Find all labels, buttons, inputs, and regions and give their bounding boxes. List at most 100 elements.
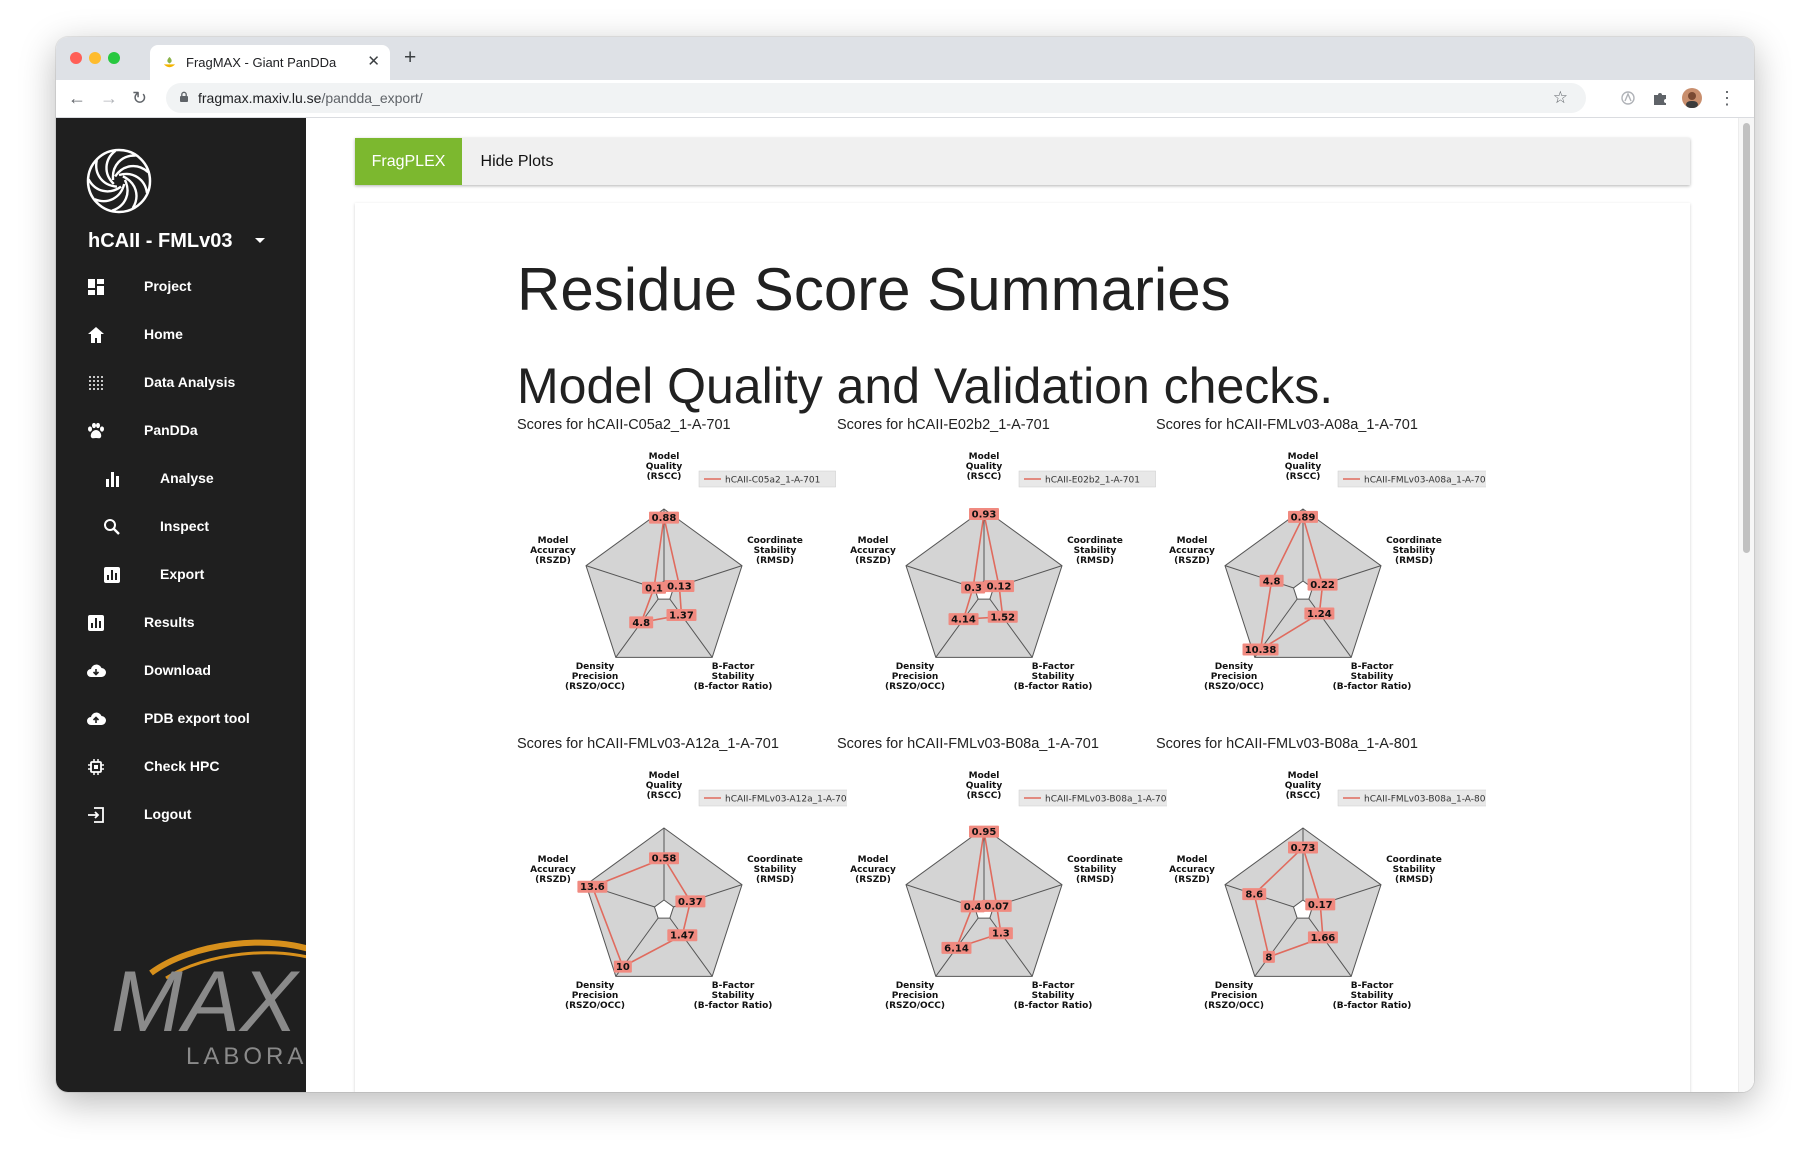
radar-plot: Scores for hCAII-C05a2_1-A-701 0.88 0.13 1.… <box>517 417 857 747</box>
axis-label-line: (RSZO/OCC) <box>565 682 625 692</box>
axis-label-line: Quality <box>966 781 1003 791</box>
tab-close-icon[interactable]: ✕ <box>367 52 380 70</box>
maximize-window-button[interactable] <box>108 52 120 64</box>
radar-plot: Scores for hCAII-FMLv03-A12a_1-A-701 0.58… <box>517 736 857 1066</box>
sidebar-item-home[interactable]: Home <box>56 319 306 351</box>
sidebar-item-label: Home <box>144 326 183 342</box>
axis-label-line: (B-factor Ratio) <box>694 682 773 692</box>
sidebar-item-data-analysis[interactable]: Data Analysis <box>56 367 306 399</box>
sidebar-item-label: Project <box>144 278 192 294</box>
sidebar-item-export[interactable]: Export <box>56 559 306 591</box>
axis-label-rmsd: Coordinate Stability (RMSD) <box>1386 855 1442 885</box>
axis-label-rszo: Density Precision (RSZO/OCC) <box>1204 981 1264 1011</box>
scrollbar[interactable] <box>1738 118 1754 1092</box>
sidebar-item-pandda[interactable]: PanDDa <box>56 415 306 447</box>
caret-down-icon[interactable] <box>255 238 265 243</box>
paw-icon <box>88 422 104 439</box>
value-label: 1.3 <box>992 929 1010 940</box>
scrollbar-thumb[interactable] <box>1743 123 1750 553</box>
sidebar-item-check-hpc[interactable]: Check HPC <box>56 751 306 783</box>
section-title: Model Quality and Validation checks. <box>517 358 1334 414</box>
value-label: 0.3 <box>964 583 982 594</box>
minimize-window-button[interactable] <box>89 52 101 64</box>
axis-label-rszo: Density Precision (RSZO/OCC) <box>1204 662 1264 692</box>
url-path: /pandda_export/ <box>321 90 423 106</box>
sidebar-item-results[interactable]: Results <box>56 607 306 639</box>
value-label: 0.12 <box>987 582 1012 593</box>
axis-label-line: Stability <box>712 991 755 1001</box>
axis-label-line: Model <box>969 452 1000 462</box>
extension-icon[interactable] <box>1618 88 1638 108</box>
axis-label-line: Stability <box>1393 865 1436 875</box>
axis-label-line: Precision <box>892 991 939 1001</box>
axis-label-rscc: Model Quality (RSCC) <box>646 771 683 801</box>
sidebar-item-download[interactable]: Download <box>56 655 306 687</box>
value-label: 0.4 <box>964 902 982 913</box>
puzzle-icon[interactable] <box>1650 88 1670 108</box>
home-icon <box>88 327 104 343</box>
bar-chart-icon <box>106 472 119 487</box>
axis-label-line: (RSZO/OCC) <box>885 682 945 692</box>
axis-label-line: Precision <box>572 672 619 682</box>
avatar[interactable] <box>1682 88 1702 108</box>
value-label: 4.8 <box>1263 576 1281 587</box>
sidebar-item-analyse[interactable]: Analyse <box>56 463 306 495</box>
sidebar-item-logout[interactable]: Logout <box>56 799 306 831</box>
axis-label-line: Coordinate <box>1386 536 1442 546</box>
axis-label-line: Stability <box>754 546 797 556</box>
axis-label-line: (RMSD) <box>756 556 794 566</box>
axis-label-line: Accuracy <box>1169 546 1215 556</box>
fragplex-button[interactable]: FragPLEX <box>355 138 462 185</box>
axis-label-line: Model <box>649 771 680 781</box>
axis-label-line: B-Factor <box>1032 981 1075 991</box>
axis-label-line: (RSCC) <box>1286 472 1321 482</box>
sidebar-item-pdb-export-tool[interactable]: PDB export tool <box>56 703 306 735</box>
address-bar[interactable]: fragmax.maxiv.lu.se/pandda_export/ ☆ <box>166 83 1586 113</box>
axis-label-line: Quality <box>966 462 1003 472</box>
radar-plot-title: Scores for hCAII-FMLv03-B08a_1-A-701 <box>837 736 1099 752</box>
back-icon[interactable]: ← <box>68 88 86 108</box>
close-window-button[interactable] <box>70 52 82 64</box>
axis-label-line: Precision <box>892 672 939 682</box>
legend-label: hCAII-FMLv03-B08a_1-A-801 <box>1364 795 1486 805</box>
browser-menu-icon[interactable]: ⋮ <box>1718 88 1736 108</box>
sidebar-item-project[interactable]: Project <box>56 271 306 303</box>
axis-label-line: Model <box>538 536 569 546</box>
axis-label-line: (RMSD) <box>756 875 794 885</box>
forward-icon[interactable]: → <box>100 88 118 108</box>
axis-label-line: (RSCC) <box>647 472 682 482</box>
sidebar: hCAII - FMLv03 Project Home Data Analysi… <box>56 118 306 1092</box>
axis-label-rszd: Model Accuracy (RSZD) <box>1169 536 1215 566</box>
axis-label-rmsd: Coordinate Stability (RMSD) <box>747 536 803 566</box>
axis-label-line: (RSZD) <box>1174 875 1210 885</box>
axis-label-line: Quality <box>1285 462 1322 472</box>
value-label: 0.07 <box>984 901 1009 912</box>
axis-label-line: (B-factor Ratio) <box>1333 1001 1412 1011</box>
axis-label-line: B-Factor <box>712 981 755 991</box>
axis-label-line: (RSZO/OCC) <box>1204 1001 1264 1011</box>
sidebar-item-label: Logout <box>144 806 192 822</box>
axis-label-rscc: Model Quality (RSCC) <box>646 452 683 482</box>
axis-label-line: Density <box>896 981 935 991</box>
sidebar-item-label: Data Analysis <box>144 374 236 390</box>
cloud-upload-icon <box>87 712 106 725</box>
axis-label-line: (RMSD) <box>1076 556 1114 566</box>
radar-plot-title: Scores for hCAII-FMLv03-B08a_1-A-801 <box>1156 736 1418 752</box>
axis-label-line: Density <box>576 981 615 991</box>
radar-plot-title: Scores for hCAII-C05a2_1-A-701 <box>517 417 731 433</box>
new-tab-button[interactable]: + <box>404 47 416 68</box>
value-label: 13.6 <box>580 882 605 893</box>
project-selector[interactable]: hCAII - FMLv03 <box>88 230 232 253</box>
axis-label-line: (RMSD) <box>1076 875 1114 885</box>
sidebar-item-inspect[interactable]: Inspect <box>56 511 306 543</box>
browser-tab[interactable]: FragMAX - Giant PanDDa ✕ <box>150 45 390 80</box>
value-label: 4.14 <box>951 615 976 626</box>
reload-icon[interactable]: ↻ <box>132 88 147 108</box>
axis-label-line: (B-factor Ratio) <box>1333 682 1412 692</box>
value-label: 1.47 <box>670 931 695 942</box>
hide-plots-button[interactable]: Hide Plots <box>462 138 572 185</box>
bookmark-star-icon[interactable]: ☆ <box>1553 88 1568 108</box>
sidebar-item-label: PanDDa <box>144 422 198 438</box>
axis-label-line: Quality <box>646 462 683 472</box>
radar-chart: 0.880.131.374.80.1Model Quality (RSCC)Coor… <box>530 452 836 692</box>
